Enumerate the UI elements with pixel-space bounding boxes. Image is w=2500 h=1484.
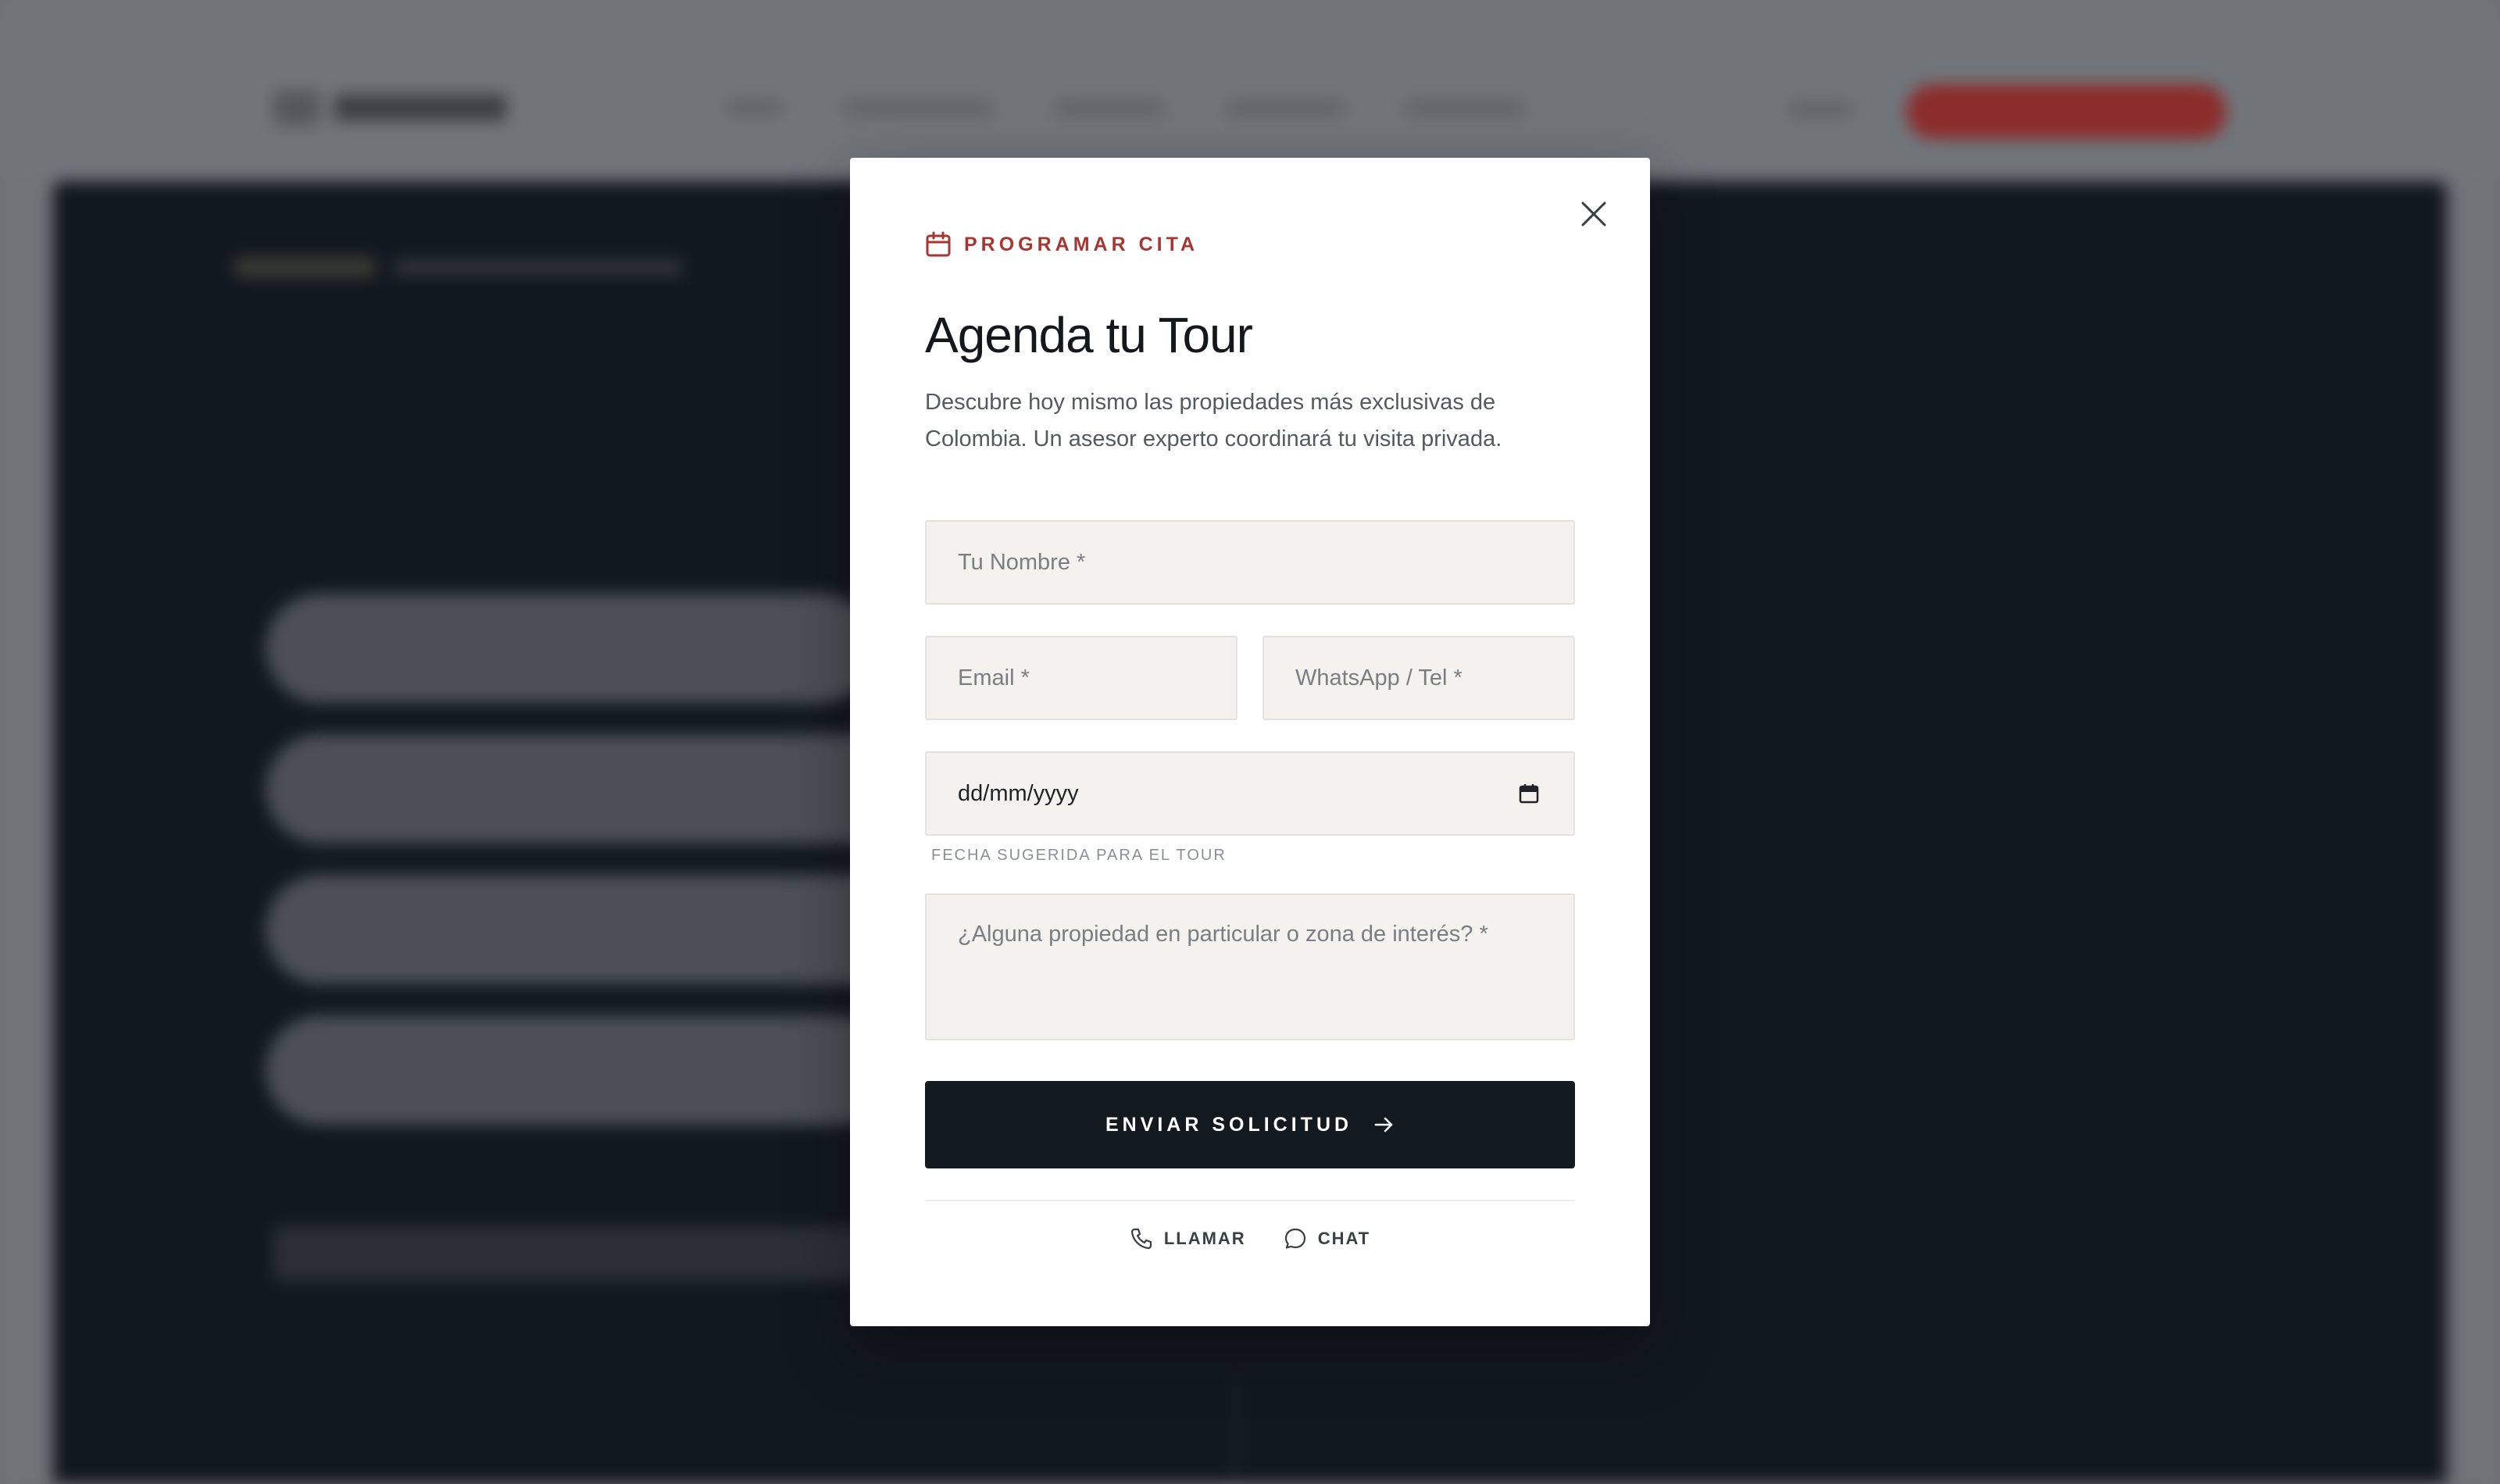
name-input-placeholder: Tu Nombre *: [958, 549, 1086, 575]
call-link[interactable]: LLAMAR: [1130, 1227, 1246, 1250]
call-link-label: LLAMAR: [1163, 1229, 1246, 1248]
phone-input-placeholder: WhatsApp / Tel *: [1295, 665, 1462, 690]
background-nav-item: [727, 100, 781, 116]
submit-button[interactable]: ENVIAR SOLICITUD: [925, 1081, 1575, 1168]
name-input[interactable]: Tu Nombre *: [925, 520, 1575, 605]
background-eyebrow-part: [234, 258, 375, 276]
background-nav-item: [1406, 100, 1523, 116]
modal-title: Agenda tu Tour: [925, 307, 1253, 363]
background-headline-line: [266, 734, 906, 844]
background-eyebrow-part: [394, 258, 683, 276]
background-headline-line: [266, 875, 938, 984]
chat-link[interactable]: CHAT: [1284, 1227, 1370, 1250]
chat-link-label: CHAT: [1317, 1229, 1371, 1248]
date-input-value: dd/mm/yyyy: [958, 780, 1079, 806]
background-login: [1789, 102, 1852, 117]
background-nav: [727, 100, 1523, 116]
calendar-picker-button[interactable]: [1519, 783, 1539, 804]
background-logo: [273, 87, 523, 128]
date-hint: FECHA SUGERIDA PARA EL TOUR: [931, 847, 1227, 864]
modal-divider: [925, 1200, 1575, 1201]
calendar-icon: [926, 231, 951, 257]
contact-actions: LLAMAR CHAT: [925, 1223, 1575, 1254]
close-button[interactable]: [1575, 195, 1612, 233]
background-scroll-indicator: [1234, 1375, 1266, 1484]
background-nav-item: [844, 100, 992, 116]
eyebrow-label: PROGRAMAR CITA: [964, 233, 1199, 255]
background-nav-item: [1227, 100, 1344, 116]
date-input[interactable]: dd/mm/yyyy: [925, 751, 1575, 836]
background-headline-line: [266, 1015, 891, 1125]
background-nav-item: [1055, 100, 1164, 116]
background-hero-eyebrow: [234, 258, 683, 276]
modal-description: Descubre hoy mismo las propiedades más e…: [925, 390, 1502, 451]
modal-eyebrow: PROGRAMAR CITA: [925, 231, 1198, 258]
email-input[interactable]: Email *: [925, 636, 1238, 720]
submit-button-label: ENVIAR SOLICITUD: [1105, 1113, 1353, 1136]
email-input-placeholder: Email *: [958, 665, 1030, 690]
phone-icon: [1130, 1228, 1152, 1250]
notes-textarea-placeholder: ¿Alguna propiedad en particular o zona d…: [958, 922, 1488, 947]
arrow-right-icon: [1374, 1117, 1393, 1133]
calendar-picker-icon: [1519, 784, 1539, 804]
background-headline-line: [266, 594, 875, 703]
phone-input[interactable]: WhatsApp / Tel *: [1262, 636, 1575, 720]
background-logo-wordmark: [334, 95, 506, 121]
notes-textarea[interactable]: ¿Alguna propiedad en particular o zona d…: [925, 894, 1575, 1040]
close-icon: [1581, 202, 1606, 227]
chat-bubble-icon: [1284, 1228, 1305, 1249]
background-cta-button: [1906, 84, 2227, 139]
background-logo-mark: [273, 90, 320, 126]
